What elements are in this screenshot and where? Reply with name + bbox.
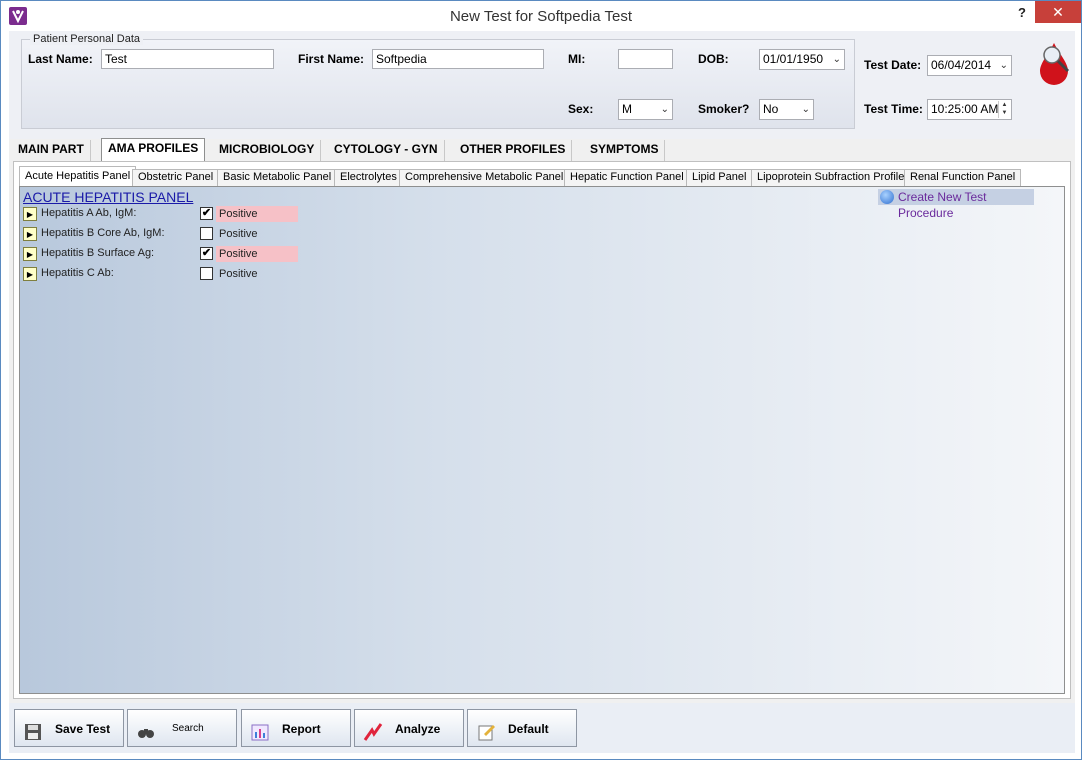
result-checkbox[interactable]: ✔ [200,247,213,260]
test-row: ▶ Hepatitis B Surface Ag: ✔ Positive [23,245,323,265]
document-edit-icon [476,719,496,741]
patient-groupbox: Patient Personal Data Last Name: Test Fi… [21,33,855,129]
app-window: New Test for Softpedia Test ? ✕ Patient … [0,0,1082,760]
result-checkbox[interactable]: ✔ [200,207,213,220]
dob-value: 01/01/1950 [763,52,824,66]
tab-obstetric[interactable]: Obstetric Panel [132,169,220,187]
smoker-label: Smoker? [698,102,750,116]
test-label: Hepatitis B Core Ab, IgM: [41,227,165,239]
test-row: ▶ Hepatitis A Ab, IgM: ✔ Positive [23,205,323,225]
tab-electrolytes[interactable]: Electrolytes [334,169,403,187]
sub-tab-strip: Acute Hepatitis Panel Obstetric Panel Ba… [14,166,1070,188]
tab-symptoms[interactable]: SYMPTOMS [584,140,666,161]
create-link-label: Create New Test Procedure [898,190,987,220]
test-time-value: 10:25:00 AM [931,102,999,116]
result-value: Positive [219,228,258,240]
result-checkbox[interactable] [200,267,213,280]
tab-main-part[interactable]: MAIN PART [12,140,91,161]
test-date-value: 06/04/2014 [931,58,992,72]
mi-field[interactable] [618,49,673,69]
analyze-label: Analyze [395,722,441,736]
patient-legend: Patient Personal Data [30,33,144,45]
test-time-picker[interactable]: 10:25:00 AM ▲ ▼ [927,99,1012,120]
time-spinner[interactable]: ▲ ▼ [998,101,1010,118]
expand-arrow-icon[interactable]: ▶ [23,267,37,281]
result-value: Positive [216,206,298,222]
test-label: Hepatitis C Ab: [41,267,114,279]
test-date-label: Test Date: [864,58,922,72]
panel-title[interactable]: ACUTE HEPATITIS PANEL [23,189,193,205]
analyze-button[interactable]: Analyze [354,709,464,747]
title-bar: New Test for Softpedia Test ? ✕ [1,1,1081,31]
tab-ama-profiles[interactable]: AMA PROFILES [101,138,206,161]
mi-label: MI: [568,52,586,66]
dob-label: DOB: [698,52,729,66]
save-test-label: Save Test [55,722,111,736]
dob-picker[interactable]: 01/01/1950 ⌄ [759,49,845,70]
tab-comprehensive-metabolic[interactable]: Comprehensive Metabolic Panel [399,169,570,187]
chevron-down-icon[interactable]: ⌄ [833,52,841,67]
tab-cytology-gyn[interactable]: CYTOLOGY - GYN [328,140,445,161]
acute-hepatitis-panel: ACUTE HEPATITIS PANEL Create New Test Pr… [19,186,1065,694]
chevron-down-icon[interactable]: ⌄ [802,102,810,117]
chevron-down-icon[interactable]: ⌄ [1000,58,1008,73]
save-test-button[interactable]: Save Test [14,709,124,747]
default-label: Default [508,722,549,736]
last-name-label: Last Name: [28,52,93,66]
create-test-procedure-link[interactable]: Create New Test Procedure [878,189,1034,220]
test-row: ▶ Hepatitis B Core Ab, IgM: Positive [23,225,323,245]
tab-basic-metabolic[interactable]: Basic Metabolic Panel [217,169,338,187]
window-title: New Test for Softpedia Test [449,8,633,25]
globe-icon [880,190,894,204]
tab-lipid[interactable]: Lipid Panel [686,169,753,187]
header-area: Patient Personal Data Last Name: Test Fi… [9,31,1075,139]
blood-drop-icon [1034,37,1074,87]
sex-select[interactable]: M ⌄ [618,99,673,120]
result-checkbox[interactable] [200,227,213,240]
expand-arrow-icon[interactable]: ▶ [23,207,37,221]
report-button[interactable]: Report [241,709,351,747]
smoker-select[interactable]: No ⌄ [759,99,814,120]
tab-microbiology[interactable]: MICROBIOLOGY [213,140,322,161]
test-label: Hepatitis B Surface Ag: [41,247,155,259]
tab-hepatic-function[interactable]: Hepatic Function Panel [564,169,690,187]
first-name-label: First Name: [298,52,365,66]
expand-arrow-icon[interactable]: ▶ [23,247,37,261]
report-label: Report [282,722,321,736]
last-name-field[interactable]: Test [101,49,274,69]
tab-acute-hepatitis[interactable]: Acute Hepatitis Panel [19,166,137,188]
first-name-field[interactable]: Softpedia [372,49,544,69]
floppy-disk-icon [23,719,43,740]
test-time-label: Test Time: [864,102,923,116]
close-button[interactable]: ✕ [1035,1,1081,23]
search-procedure-label: Search Procedure [172,723,204,734]
tab-lipoprotein[interactable]: Lipoprotein Subfraction Profile [751,169,911,187]
result-value: Positive [216,246,298,262]
test-row: ▶ Hepatitis C Ab: Positive [23,265,323,285]
profile-area: Acute Hepatitis Panel Obstetric Panel Ba… [13,161,1071,699]
result-value: Positive [219,268,258,280]
search-procedure-button[interactable]: Search Procedure [127,709,237,747]
test-date-picker[interactable]: 06/04/2014 ⌄ [927,55,1012,76]
bottom-toolbar: Save Test Search Procedure Report Analyz… [9,703,1075,753]
sex-label: Sex: [568,102,594,116]
sex-value: M [622,102,632,116]
lightning-icon [363,719,383,741]
client-area: Patient Personal Data Last Name: Test Fi… [9,31,1075,753]
binoculars-icon [136,719,156,739]
chevron-down-icon[interactable]: ⌄ [661,102,669,117]
main-tab-strip: MAIN PART AMA PROFILES MICROBIOLOGY CYTO… [9,137,1075,161]
help-button[interactable]: ? [1009,5,1035,23]
test-label: Hepatitis A Ab, IgM: [41,207,137,219]
bar-chart-icon [250,719,270,741]
tab-other-profiles[interactable]: OTHER PROFILES [454,140,573,161]
tab-renal-function[interactable]: Renal Function Panel [904,169,1022,187]
expand-arrow-icon[interactable]: ▶ [23,227,37,241]
smoker-value: No [763,102,779,116]
default-button[interactable]: Default [467,709,577,747]
